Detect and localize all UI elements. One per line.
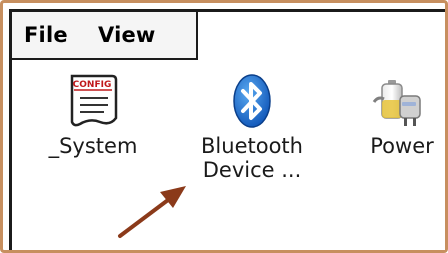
annotation-arrow (118, 186, 186, 238)
